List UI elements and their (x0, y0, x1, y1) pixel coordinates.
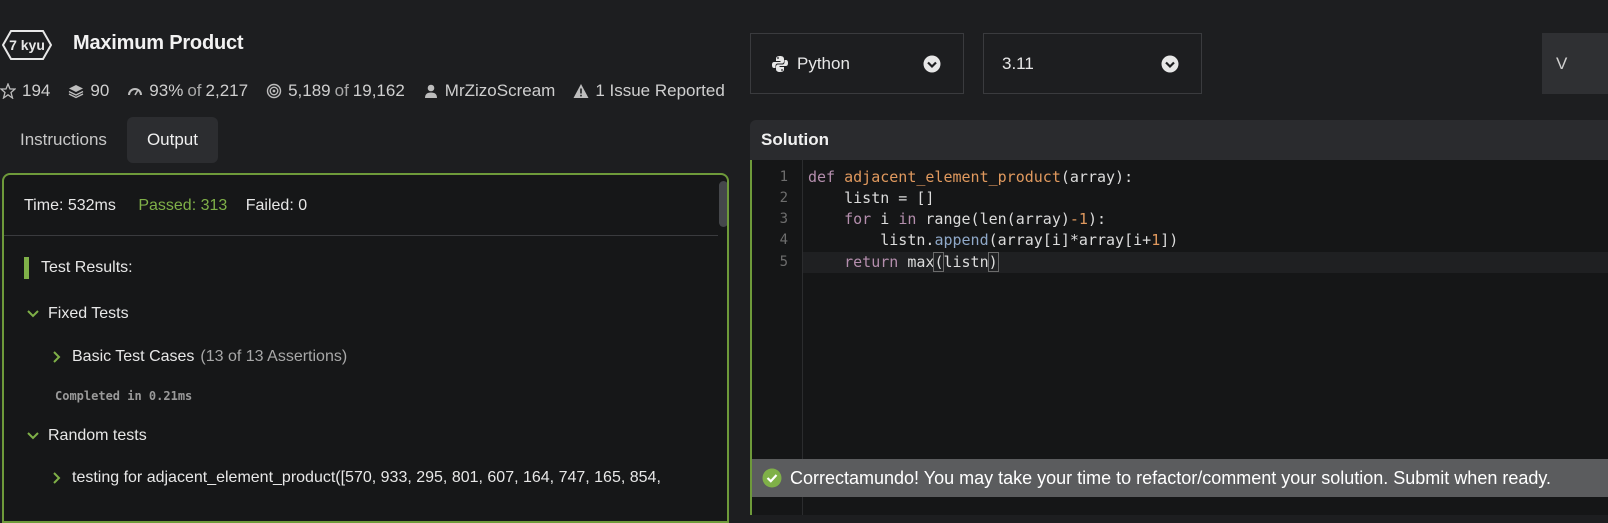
completed-of: of (334, 81, 349, 100)
completed-time: Completed in 0.21ms (55, 389, 193, 403)
satisfaction-votes: 2,217 (205, 81, 249, 100)
test-summary: Time: 532ms Passed: 313 Failed: 0 (24, 197, 307, 215)
failed-label: Failed: 0 (245, 197, 308, 214)
target-icon (266, 83, 282, 99)
code-line-3: for i in range(len(array)-1): (844, 210, 1107, 228)
code-line-5: return max(listn) (844, 252, 999, 272)
basic-test-cases-label: Basic Test Cases (72, 348, 195, 365)
issues-stat[interactable]: 1 Issue Reported (573, 81, 725, 101)
version-value: 3.11 (1002, 53, 1034, 73)
author-stat[interactable]: MrZizoScream (423, 81, 556, 101)
random-tests-label: Random tests (48, 427, 147, 444)
tab-instructions[interactable]: Instructions (0, 117, 127, 163)
line-number: 1 (779, 169, 788, 185)
success-bar (24, 257, 29, 279)
rank-label: 7 kyu (9, 37, 45, 53)
satisfaction-pct: 93% (149, 81, 184, 100)
issues-label: 1 Issue Reported (595, 81, 725, 100)
fixed-tests-label: Fixed Tests (48, 305, 129, 322)
passed-label: Passed: 313 (138, 197, 228, 214)
author-name: MrZizoScream (444, 81, 556, 100)
completed-stat: 5,189 of 19,162 (266, 81, 405, 101)
code-line-4: listn.append(array[i]*array[i+1]) (808, 231, 1179, 249)
right-action-button[interactable]: V (1542, 33, 1608, 94)
fixed-tests-group[interactable]: Fixed Tests (26, 305, 129, 323)
solution-label: Solution (761, 130, 829, 149)
language-select[interactable]: Python (750, 33, 964, 94)
gauge-icon (128, 88, 143, 96)
divider (4, 235, 718, 236)
output-scrollbar[interactable] (719, 181, 727, 227)
random-test-case-label: testing for adjacent_element_product([57… (72, 469, 661, 486)
completed-total: 19,162 (352, 81, 405, 100)
chevron-circle-down-icon (923, 55, 941, 73)
time-label: Time: 532ms (24, 197, 116, 214)
check-circle-icon (762, 468, 782, 488)
output-panel: Time: 532ms Passed: 313 Failed: 0 Test R… (2, 173, 729, 523)
stars-count: 194 (22, 81, 51, 100)
completed-count: 5,189 (288, 81, 331, 100)
warning-icon (573, 84, 589, 98)
tab-output[interactable]: Output (126, 117, 218, 163)
layers-icon (69, 85, 84, 99)
stars-stat[interactable]: 194 (0, 81, 50, 101)
line-number: 3 (779, 211, 788, 227)
chevron-right-icon (53, 351, 61, 363)
test-results-label: Test Results: (41, 259, 133, 276)
basic-test-cases-group[interactable]: Basic Test Cases (13 of 13 Assertions) (50, 348, 347, 366)
collections-count: 90 (90, 81, 110, 100)
kata-stats: 194 90 93% of 2,217 5,189 of 19,162 MrZi… (0, 80, 743, 102)
line-number: 5 (779, 254, 788, 270)
test-results-heading: Test Results: (24, 257, 133, 279)
basic-assertions-count: (13 of 13 Assertions) (200, 348, 348, 365)
satisfaction-stat: 93% of 2,217 (127, 81, 248, 101)
chevron-down-icon (27, 310, 39, 318)
code-line-2: listn = [] (808, 189, 935, 207)
solution-header: Solution (750, 120, 1608, 160)
python-icon (772, 55, 788, 72)
language-value: Python (797, 53, 850, 73)
chevron-right-icon (53, 472, 61, 484)
success-toast: Correctamundo! You may take your time to… (752, 459, 1608, 497)
random-tests-group[interactable]: Random tests (26, 427, 147, 445)
kata-title[interactable]: Maximum Product (73, 32, 244, 55)
toast-message: Correctamundo! You may take your time to… (790, 467, 1552, 488)
chevron-down-icon (27, 432, 39, 440)
version-select[interactable]: 3.11 (983, 33, 1202, 94)
rank-badge: 7 kyu (2, 30, 52, 60)
user-icon (424, 84, 437, 98)
random-test-case[interactable]: testing for adjacent_element_product([57… (50, 469, 661, 487)
satisfaction-of: of (187, 81, 202, 100)
collections-stat[interactable]: 90 (68, 81, 109, 101)
code-line-1: def adjacent_element_product(array): (808, 168, 1134, 186)
line-number: 2 (779, 190, 788, 206)
star-icon (0, 83, 16, 99)
chevron-circle-down-icon (1161, 55, 1179, 73)
line-number: 4 (779, 232, 788, 248)
tab-bar: Instructions Output (0, 117, 218, 163)
